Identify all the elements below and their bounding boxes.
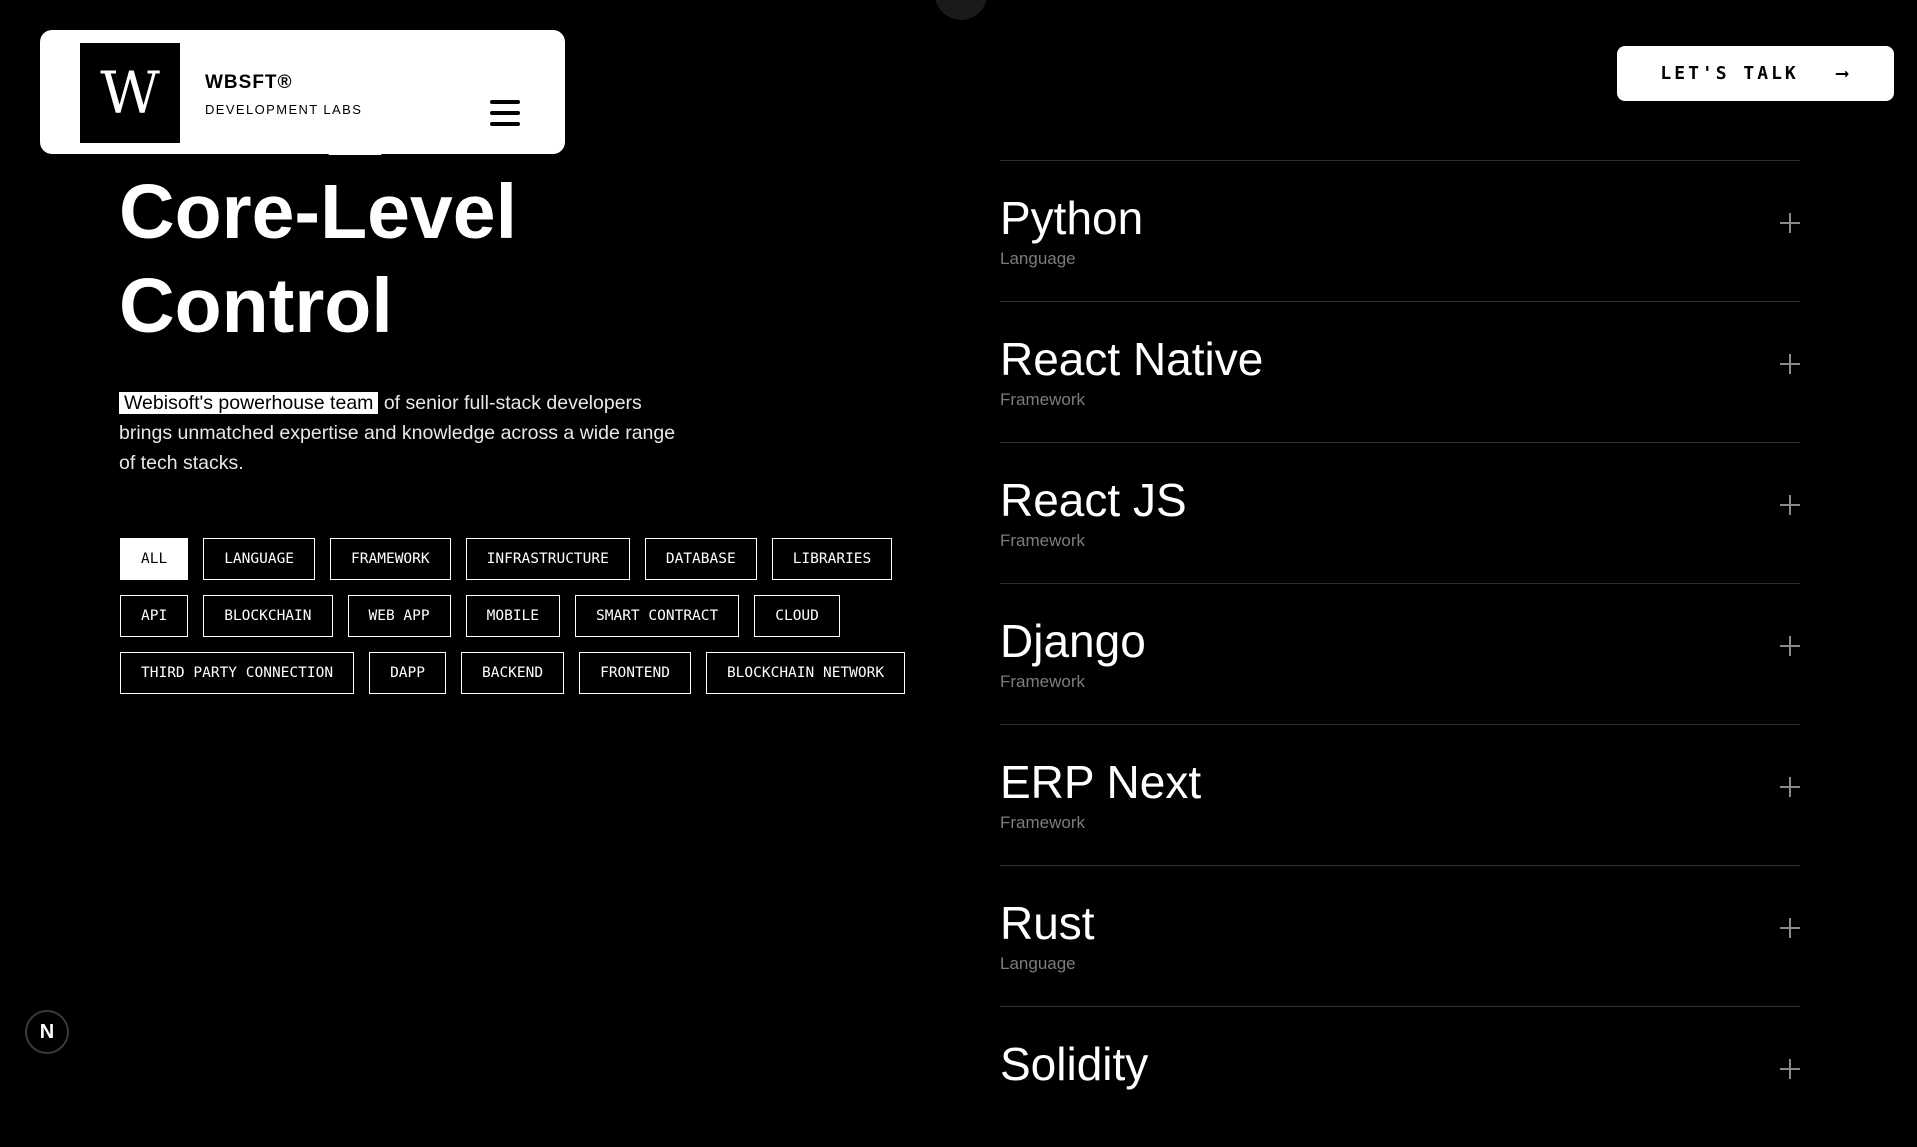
tech-type: Language <box>1000 954 1076 973</box>
expand-plus-icon[interactable] <box>1780 777 1800 797</box>
expand-plus-icon[interactable] <box>1780 636 1800 656</box>
hamburger-menu-icon[interactable] <box>490 100 520 126</box>
tech-type: Framework <box>1000 813 1086 832</box>
tech-item-python[interactable]: Python Language <box>1000 160 1800 301</box>
tech-type: Framework <box>1000 390 1086 409</box>
filter-chip-smart-contract[interactable]: SMART CONTRACT <box>575 595 740 637</box>
page-title: Core-Level Control <box>119 165 719 353</box>
tech-type: Language <box>1000 249 1076 268</box>
tech-name: Python <box>1000 192 1144 244</box>
filter-chip-backend[interactable]: BACKEND <box>460 652 565 694</box>
lets-talk-label: LET'S TALK <box>1660 63 1799 84</box>
filter-chip-blockchain[interactable]: BLOCKCHAIN <box>203 595 333 637</box>
tech-item-rust[interactable]: Rust Language <box>1000 865 1800 1006</box>
intro-highlight: Webisoft's powerhouse team <box>119 392 379 414</box>
filter-chip-web-app[interactable]: WEB APP <box>347 595 451 637</box>
brand-name: WBSFT® <box>205 72 293 93</box>
expand-plus-icon[interactable] <box>1780 1059 1800 1079</box>
filter-chip-infrastructure[interactable]: INFRASTRUCTURE <box>465 538 630 580</box>
brand-logo-letter: W <box>100 59 160 127</box>
tech-item-react-native[interactable]: React Native Framework <box>1000 301 1800 442</box>
arrow-right-icon: ⟶ <box>1836 63 1851 84</box>
tech-item-django[interactable]: Django Framework <box>1000 583 1800 724</box>
page-title-line-1: Core-Level <box>119 169 517 255</box>
filter-chip-libraries[interactable]: LIBRARIES <box>771 538 893 580</box>
filter-chip-cloud[interactable]: CLOUD <box>754 595 840 637</box>
page-title-line-2: Control <box>119 263 393 349</box>
filter-chip-blockchain-network[interactable]: BLOCKCHAIN NETWORK <box>705 652 906 694</box>
brand-subtitle: DEVELOPMENT LABS <box>205 102 363 117</box>
filter-chip-framework[interactable]: FRAMEWORK <box>330 538 451 580</box>
filter-chip-dapp[interactable]: DAPP <box>369 652 446 694</box>
expand-plus-icon[interactable] <box>1780 354 1800 374</box>
tech-name: Django <box>1000 615 1146 667</box>
tech-item-react-js[interactable]: React JS Framework <box>1000 442 1800 583</box>
top-scroll-indicator <box>934 0 988 20</box>
filter-chip-language[interactable]: LANGUAGE <box>203 538 316 580</box>
brand-card: W WBSFT® DEVELOPMENT LABS <box>40 30 565 154</box>
nextjs-badge-icon[interactable]: N <box>25 1010 69 1054</box>
tech-name: Solidity <box>1000 1038 1149 1090</box>
filter-chip-api[interactable]: API <box>120 595 189 637</box>
tech-name: ERP Next <box>1000 756 1202 808</box>
filter-chip-all[interactable]: ALL <box>120 538 189 580</box>
tech-item-erp-next[interactable]: ERP Next Framework <box>1000 724 1800 865</box>
intro-text: Webisoft's powerhouse team of senior ful… <box>119 388 679 478</box>
tech-type: Framework <box>1000 672 1086 691</box>
tech-name: Rust <box>1000 897 1095 949</box>
expand-plus-icon[interactable] <box>1780 213 1800 233</box>
filter-chip-frontend[interactable]: FRONTEND <box>579 652 691 694</box>
filter-chip-group: ALL LANGUAGE FRAMEWORK INFRASTRUCTURE DATABA… <box>120 538 920 694</box>
filter-chip-third-party-connection[interactable]: THIRD PARTY CONNECTION <box>120 652 355 694</box>
brand-card-pointer <box>328 136 382 155</box>
lets-talk-button[interactable]: LET'S TALK ⟶ <box>1617 46 1894 101</box>
tech-name: React JS <box>1000 474 1187 526</box>
filter-chip-mobile[interactable]: MOBILE <box>465 595 561 637</box>
brand-logo[interactable]: W <box>80 43 180 143</box>
tech-type: Framework <box>1000 531 1086 550</box>
expand-plus-icon[interactable] <box>1780 918 1800 938</box>
filter-chip-database[interactable]: DATABASE <box>644 538 757 580</box>
tech-name: React Native <box>1000 333 1264 385</box>
expand-plus-icon[interactable] <box>1780 495 1800 515</box>
tech-stack-list: Python Language React Native Framework React… <box>1000 160 1800 1147</box>
